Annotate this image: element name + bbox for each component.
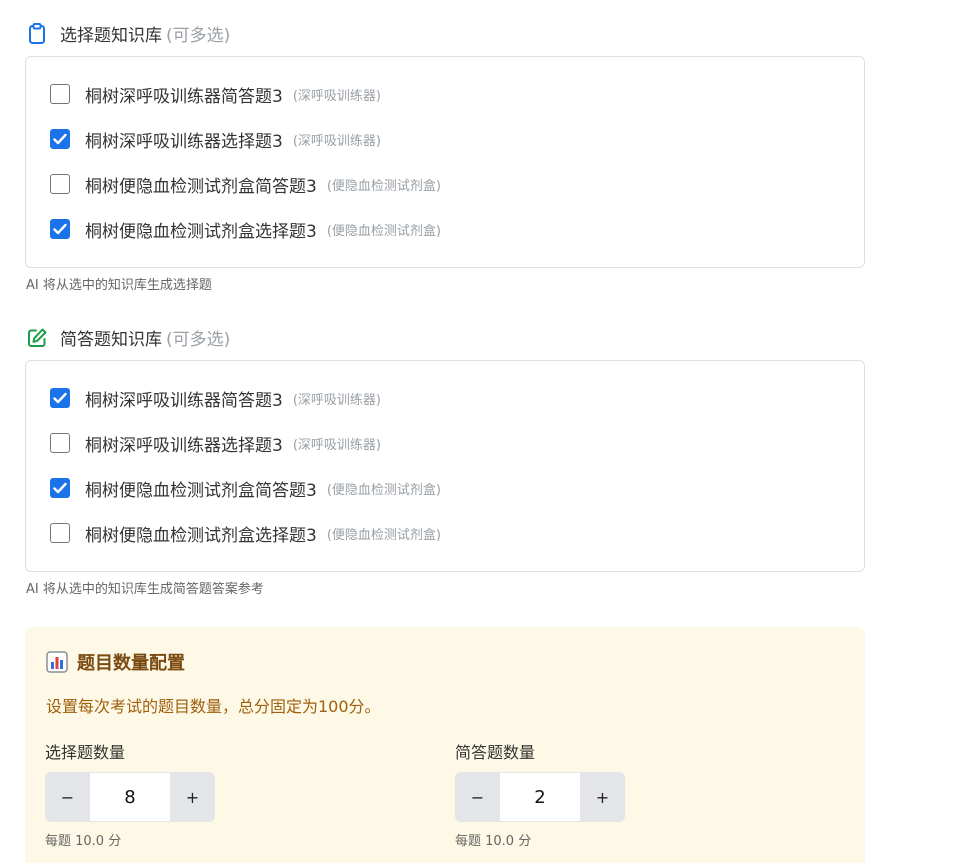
mc-kb-checkbox-3[interactable] bbox=[50, 174, 70, 194]
mc-kb-label: 桐树深呼吸训练器选择题3 bbox=[85, 131, 283, 152]
sa-kb-checkbox-3[interactable] bbox=[50, 478, 70, 498]
sa-count-stepper: − 2 + bbox=[455, 772, 625, 824]
sa-count-decrement-button[interactable]: − bbox=[455, 772, 500, 822]
mc-kb-tag: (便隐血检测试剂盒) bbox=[326, 178, 441, 194]
sa-kb-label: 桐树深呼吸训练器简答题3 bbox=[85, 390, 283, 411]
sa-section-note: AI 将从选中的知识库生成简答题答案参考 bbox=[26, 582, 264, 597]
mc-count-label: 选择题数量 bbox=[45, 743, 126, 762]
sa-kb-label: 桐树便隐血检测试剂盒简答题3 bbox=[85, 480, 317, 501]
edit-icon bbox=[26, 327, 48, 349]
sa-kb-checkbox-2[interactable] bbox=[50, 433, 70, 453]
mc-kb-checkbox-2[interactable] bbox=[50, 129, 70, 149]
sa-kb-tag: (深呼吸训练器) bbox=[292, 437, 381, 453]
clipboard-icon bbox=[26, 22, 48, 45]
sa-kb-label: 桐树便隐血检测试剂盒选择题3 bbox=[85, 525, 317, 546]
mc-kb-checkbox-1[interactable] bbox=[50, 84, 70, 104]
sa-kb-item[interactable]: 桐树便隐血检测试剂盒简答题3 (便隐血检测试剂盒) bbox=[50, 476, 441, 501]
sa-per-score: 每题 10.0 分 bbox=[455, 834, 532, 849]
mc-kb-label: 桐树深呼吸训练器简答题3 bbox=[85, 86, 283, 107]
sa-section-header: 简答题知识库 (可多选) bbox=[26, 325, 230, 350]
config-description: 设置每次考试的题目数量，总分固定为100分。 bbox=[46, 697, 381, 716]
sa-kb-tag: (深呼吸训练器) bbox=[292, 392, 381, 408]
mc-section-hint: (可多选) bbox=[166, 26, 231, 46]
sa-section-hint: (可多选) bbox=[166, 330, 231, 350]
mc-section-header: 选择题知识库 (可多选) bbox=[26, 21, 230, 46]
question-count-config: 题目数量配置 设置每次考试的题目数量，总分固定为100分。 选择题数量 − 8 … bbox=[25, 627, 865, 863]
mc-section-title: 选择题知识库 bbox=[60, 26, 162, 46]
mc-count-input[interactable]: 8 bbox=[90, 772, 170, 822]
sa-kb-checkbox-1[interactable] bbox=[50, 388, 70, 408]
sa-kb-item[interactable]: 桐树深呼吸训练器选择题3 (深呼吸训练器) bbox=[50, 431, 381, 456]
sa-kb-tag: (便隐血检测试剂盒) bbox=[326, 527, 441, 543]
mc-kb-tag: (便隐血检测试剂盒) bbox=[326, 223, 441, 239]
sa-kb-label: 桐树深呼吸训练器选择题3 bbox=[85, 435, 283, 456]
sa-section-title: 简答题知识库 bbox=[60, 330, 162, 350]
mc-kb-item[interactable]: 桐树深呼吸训练器简答题3 (深呼吸训练器) bbox=[50, 82, 381, 107]
config-title: 题目数量配置 bbox=[46, 649, 185, 675]
sa-kb-tag: (便隐血检测试剂盒) bbox=[326, 482, 441, 498]
mc-kb-tag: (深呼吸训练器) bbox=[292, 133, 381, 149]
mc-section-note: AI 将从选中的知识库生成选择题 bbox=[26, 278, 212, 293]
bar-chart-icon bbox=[46, 651, 68, 673]
config-title-text: 题目数量配置 bbox=[77, 653, 185, 674]
mc-kb-checkbox-4[interactable] bbox=[50, 219, 70, 239]
sa-count-label: 简答题数量 bbox=[455, 743, 536, 762]
mc-count-stepper: − 8 + bbox=[45, 772, 215, 824]
mc-kb-item[interactable]: 桐树便隐血检测试剂盒选择题3 (便隐血检测试剂盒) bbox=[50, 217, 441, 242]
mc-count-increment-button[interactable]: + bbox=[170, 772, 215, 822]
sa-count-increment-button[interactable]: + bbox=[580, 772, 625, 822]
mc-kb-item[interactable]: 桐树深呼吸训练器选择题3 (深呼吸训练器) bbox=[50, 127, 381, 152]
sa-kb-item[interactable]: 桐树深呼吸训练器简答题3 (深呼吸训练器) bbox=[50, 386, 381, 411]
sa-kb-checkbox-4[interactable] bbox=[50, 523, 70, 543]
mc-kb-label: 桐树便隐血检测试剂盒选择题3 bbox=[85, 221, 317, 242]
sa-count-input[interactable]: 2 bbox=[500, 772, 580, 822]
mc-count-decrement-button[interactable]: − bbox=[45, 772, 90, 822]
mc-kb-label: 桐树便隐血检测试剂盒简答题3 bbox=[85, 176, 317, 197]
sa-kb-item[interactable]: 桐树便隐血检测试剂盒选择题3 (便隐血检测试剂盒) bbox=[50, 521, 441, 546]
mc-kb-item[interactable]: 桐树便隐血检测试剂盒简答题3 (便隐血检测试剂盒) bbox=[50, 172, 441, 197]
mc-kb-tag: (深呼吸训练器) bbox=[292, 88, 381, 104]
mc-per-score: 每题 10.0 分 bbox=[45, 834, 122, 849]
